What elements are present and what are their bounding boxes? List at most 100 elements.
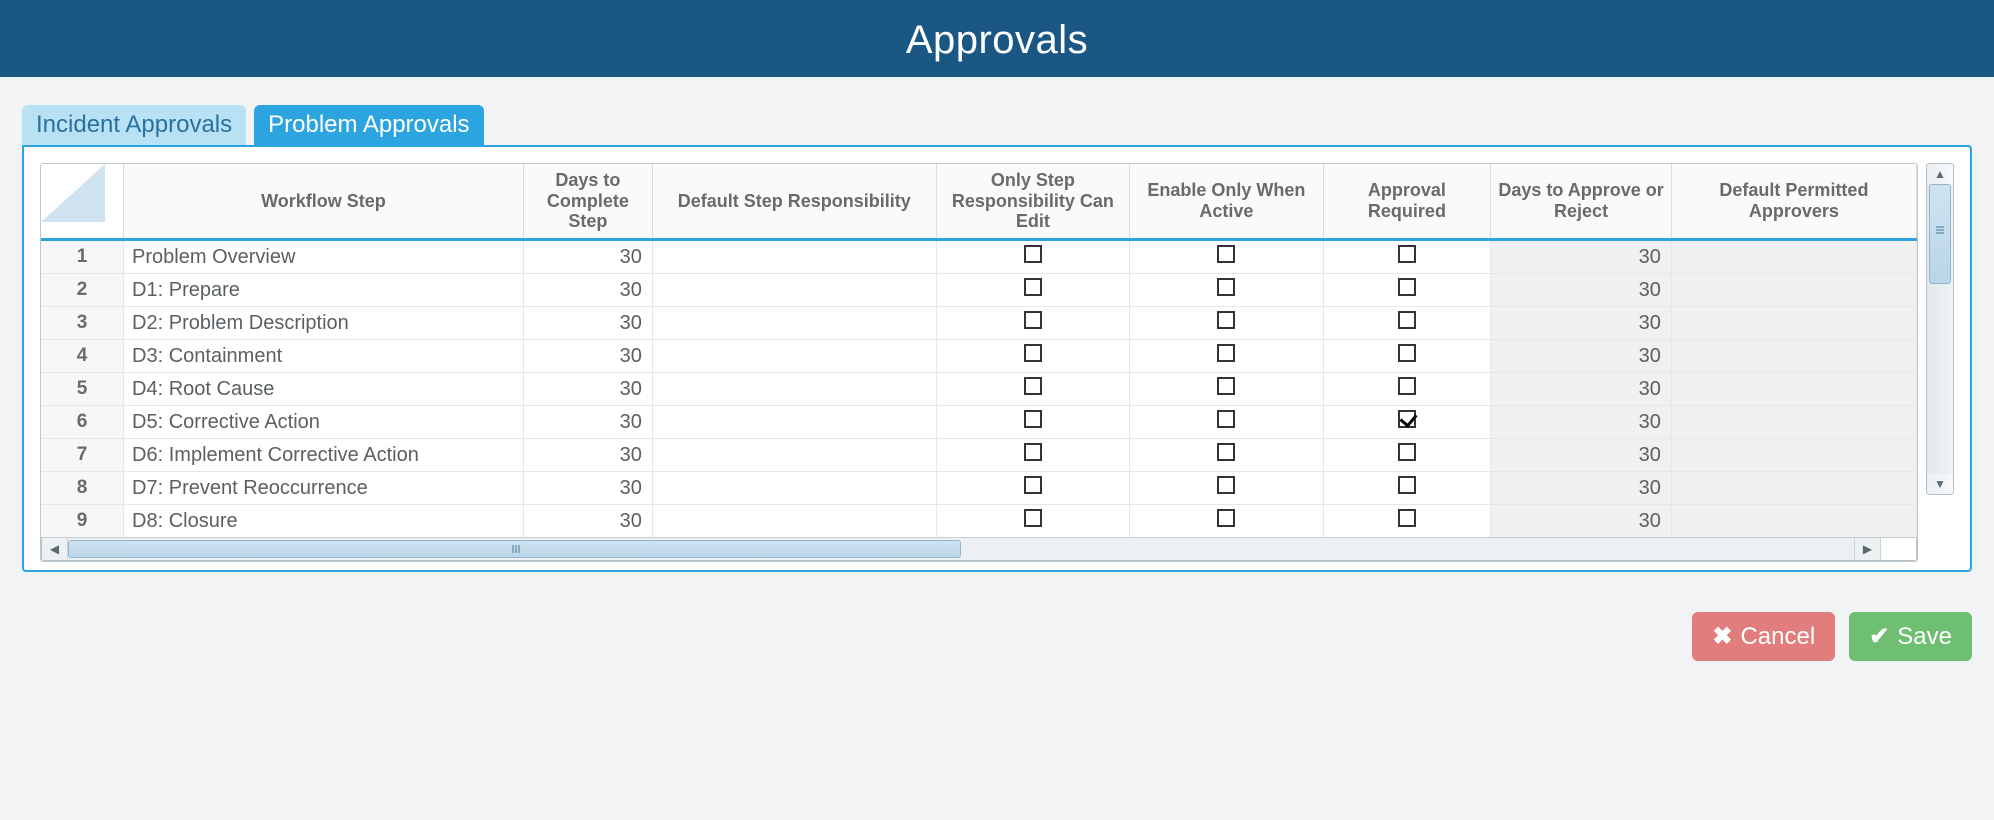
- cell-only-step-edit[interactable]: [936, 472, 1129, 505]
- checkbox-only-step-edit[interactable]: [1024, 377, 1042, 395]
- cell-enable-when-active[interactable]: [1130, 373, 1323, 406]
- cell-enable-when-active[interactable]: [1130, 274, 1323, 307]
- cell-default-responsibility[interactable]: [652, 505, 936, 538]
- cell-days-complete[interactable]: 30: [523, 274, 652, 307]
- cell-enable-when-active[interactable]: [1130, 505, 1323, 538]
- table-row[interactable]: 5D4: Root Cause3030: [41, 373, 1917, 406]
- cell-permitted-approvers[interactable]: [1671, 406, 1916, 439]
- tab-problem-approvals[interactable]: Problem Approvals: [254, 105, 483, 145]
- table-row[interactable]: 2D1: Prepare3030: [41, 274, 1917, 307]
- cell-permitted-approvers[interactable]: [1671, 439, 1916, 472]
- cell-days-complete[interactable]: 30: [523, 373, 652, 406]
- cell-default-responsibility[interactable]: [652, 240, 936, 274]
- cell-approval-required[interactable]: [1323, 439, 1491, 472]
- col-default-permitted-approvers[interactable]: Default Permitted Approvers: [1671, 164, 1916, 240]
- horizontal-scrollbar[interactable]: ◀ ▶: [41, 537, 1917, 561]
- scroll-right-icon[interactable]: ▶: [1854, 538, 1880, 560]
- cell-workflow-step[interactable]: D1: Prepare: [124, 274, 524, 307]
- cell-days-complete[interactable]: 30: [523, 240, 652, 274]
- checkbox-enable-when-active[interactable]: [1217, 443, 1235, 461]
- col-enable-when-active[interactable]: Enable Only When Active: [1130, 164, 1323, 240]
- cell-days-approve[interactable]: 30: [1491, 240, 1672, 274]
- cell-default-responsibility[interactable]: [652, 340, 936, 373]
- cell-only-step-edit[interactable]: [936, 274, 1129, 307]
- row-number[interactable]: 1: [41, 240, 124, 274]
- cell-default-responsibility[interactable]: [652, 472, 936, 505]
- checkbox-enable-when-active[interactable]: [1217, 509, 1235, 527]
- checkbox-approval-required[interactable]: [1398, 410, 1416, 428]
- table-row[interactable]: 6D5: Corrective Action3030: [41, 406, 1917, 439]
- table-row[interactable]: 4D3: Containment3030: [41, 340, 1917, 373]
- cell-days-complete[interactable]: 30: [523, 406, 652, 439]
- scroll-down-icon[interactable]: ▼: [1927, 474, 1953, 494]
- col-workflow-step[interactable]: Workflow Step: [124, 164, 524, 240]
- cell-permitted-approvers[interactable]: [1671, 340, 1916, 373]
- checkbox-enable-when-active[interactable]: [1217, 377, 1235, 395]
- cell-days-approve[interactable]: 30: [1491, 340, 1672, 373]
- checkbox-approval-required[interactable]: [1398, 245, 1416, 263]
- cell-approval-required[interactable]: [1323, 472, 1491, 505]
- cell-approval-required[interactable]: [1323, 505, 1491, 538]
- cell-permitted-approvers[interactable]: [1671, 240, 1916, 274]
- cell-days-complete[interactable]: 30: [523, 439, 652, 472]
- checkbox-only-step-edit[interactable]: [1024, 278, 1042, 296]
- hscroll-track[interactable]: [68, 538, 1854, 560]
- cell-only-step-edit[interactable]: [936, 406, 1129, 439]
- checkbox-approval-required[interactable]: [1398, 311, 1416, 329]
- scroll-left-icon[interactable]: ◀: [42, 538, 68, 560]
- vertical-scrollbar[interactable]: ▲ ▼: [1926, 163, 1954, 495]
- cell-workflow-step[interactable]: D5: Corrective Action: [124, 406, 524, 439]
- cell-workflow-step[interactable]: D4: Root Cause: [124, 373, 524, 406]
- cell-days-approve[interactable]: 30: [1491, 307, 1672, 340]
- checkbox-only-step-edit[interactable]: [1024, 509, 1042, 527]
- cell-days-complete[interactable]: 30: [523, 505, 652, 538]
- table-row[interactable]: 1Problem Overview3030: [41, 240, 1917, 274]
- cell-enable-when-active[interactable]: [1130, 439, 1323, 472]
- cell-workflow-step[interactable]: D6: Implement Corrective Action: [124, 439, 524, 472]
- table-row[interactable]: 8D7: Prevent Reoccurrence3030: [41, 472, 1917, 505]
- checkbox-enable-when-active[interactable]: [1217, 245, 1235, 263]
- row-number[interactable]: 4: [41, 340, 124, 373]
- checkbox-enable-when-active[interactable]: [1217, 278, 1235, 296]
- checkbox-approval-required[interactable]: [1398, 278, 1416, 296]
- table-row[interactable]: 7D6: Implement Corrective Action3030: [41, 439, 1917, 472]
- cell-enable-when-active[interactable]: [1130, 406, 1323, 439]
- cell-approval-required[interactable]: [1323, 240, 1491, 274]
- hscroll-thumb[interactable]: [68, 540, 961, 558]
- cell-only-step-edit[interactable]: [936, 505, 1129, 538]
- checkbox-enable-when-active[interactable]: [1217, 311, 1235, 329]
- cell-days-complete[interactable]: 30: [523, 472, 652, 505]
- cell-days-approve[interactable]: 30: [1491, 406, 1672, 439]
- cell-days-complete[interactable]: 30: [523, 340, 652, 373]
- checkbox-only-step-edit[interactable]: [1024, 344, 1042, 362]
- cell-days-complete[interactable]: 30: [523, 307, 652, 340]
- cell-days-approve[interactable]: 30: [1491, 439, 1672, 472]
- cell-enable-when-active[interactable]: [1130, 340, 1323, 373]
- row-number[interactable]: 7: [41, 439, 124, 472]
- checkbox-only-step-edit[interactable]: [1024, 443, 1042, 461]
- checkbox-approval-required[interactable]: [1398, 377, 1416, 395]
- col-approval-required[interactable]: Approval Required: [1323, 164, 1491, 240]
- checkbox-only-step-edit[interactable]: [1024, 476, 1042, 494]
- cell-approval-required[interactable]: [1323, 406, 1491, 439]
- cell-default-responsibility[interactable]: [652, 307, 936, 340]
- col-days-complete[interactable]: Days to Complete Step: [523, 164, 652, 240]
- checkbox-enable-when-active[interactable]: [1217, 344, 1235, 362]
- cell-only-step-edit[interactable]: [936, 340, 1129, 373]
- cell-workflow-step[interactable]: D8: Closure: [124, 505, 524, 538]
- cell-workflow-step[interactable]: D7: Prevent Reoccurrence: [124, 472, 524, 505]
- row-number[interactable]: 3: [41, 307, 124, 340]
- checkbox-only-step-edit[interactable]: [1024, 311, 1042, 329]
- checkbox-only-step-edit[interactable]: [1024, 410, 1042, 428]
- checkbox-approval-required[interactable]: [1398, 509, 1416, 527]
- cell-default-responsibility[interactable]: [652, 406, 936, 439]
- cell-enable-when-active[interactable]: [1130, 240, 1323, 274]
- tab-incident-approvals[interactable]: Incident Approvals: [22, 105, 246, 145]
- checkbox-approval-required[interactable]: [1398, 476, 1416, 494]
- cell-days-approve[interactable]: 30: [1491, 274, 1672, 307]
- cancel-button[interactable]: ✖ Cancel: [1692, 612, 1835, 661]
- col-days-approve-reject[interactable]: Days to Approve or Reject: [1491, 164, 1672, 240]
- cell-permitted-approvers[interactable]: [1671, 373, 1916, 406]
- cell-default-responsibility[interactable]: [652, 439, 936, 472]
- row-number[interactable]: 2: [41, 274, 124, 307]
